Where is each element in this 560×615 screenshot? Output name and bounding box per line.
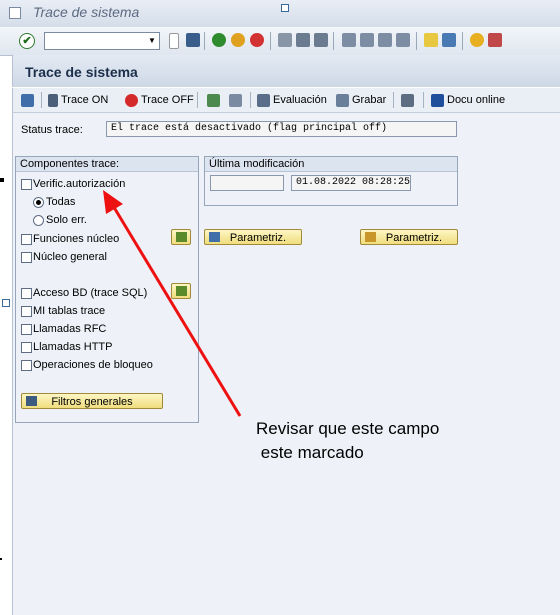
- annotation-text: Revisar que este campo este marcado: [256, 419, 440, 462]
- annotation-arrow: [103, 190, 242, 417]
